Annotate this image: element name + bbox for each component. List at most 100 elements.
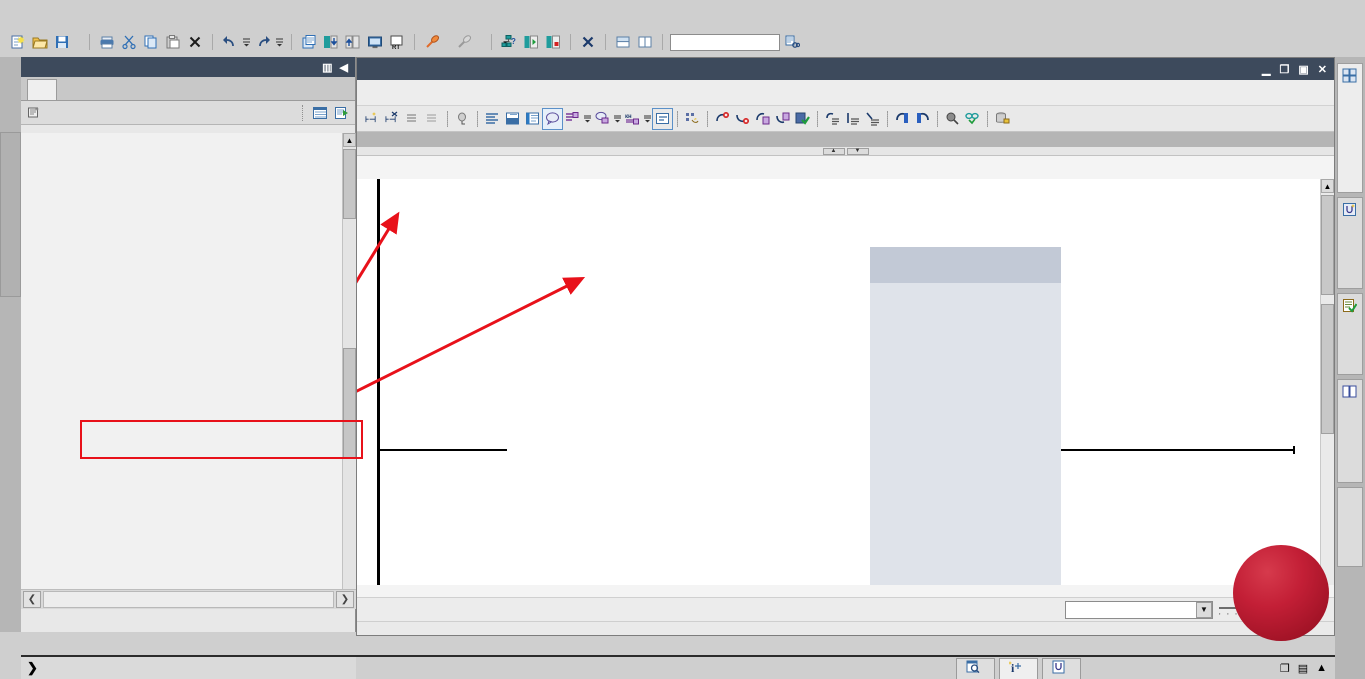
monitoring-dropdown-icon[interactable] — [613, 109, 622, 129]
update-block-calls-icon[interactable] — [773, 109, 792, 129]
download-to-device-icon[interactable] — [321, 32, 341, 52]
project-tree-vertical-scrollbar[interactable]: ▲ — [342, 133, 356, 609]
update-inconsistent-calls-icon[interactable] — [753, 109, 772, 129]
block-interface-bar[interactable] — [357, 132, 1334, 147]
display-symbol-info-icon[interactable] — [523, 109, 542, 129]
scroll-left-arrow[interactable]: ❮ — [23, 591, 41, 608]
split-editor-horizontally-icon[interactable] — [613, 32, 633, 52]
expand-networks-icon[interactable] — [423, 109, 442, 129]
search-input[interactable] — [670, 33, 780, 51]
restore-panel-icon[interactable]: ❐ — [1280, 662, 1290, 675]
scroll-up-arrow[interactable]: ▲ — [343, 133, 356, 147]
delete-network-icon[interactable]: ⊦⊣ — [383, 109, 402, 129]
canvas-scroll-thumb[interactable] — [1321, 195, 1334, 295]
rewire-icon[interactable] — [843, 109, 862, 129]
tree-options-icon[interactable] — [25, 104, 43, 122]
restore-icon[interactable]: ❐ — [1280, 63, 1290, 76]
protection-icon[interactable] — [993, 109, 1012, 129]
splitter-down-icon[interactable]: ▼ — [846, 147, 869, 155]
tab-tasks[interactable] — [1337, 293, 1363, 375]
save-icon[interactable] — [52, 32, 72, 52]
collapse-networks-icon[interactable] — [403, 109, 422, 129]
split-editor-vertically-icon[interactable] — [635, 32, 655, 52]
go-to-device-icon[interactable] — [333, 104, 351, 122]
scroll-thumb[interactable] — [343, 149, 356, 219]
goto-error-icon[interactable] — [713, 109, 732, 129]
insert-network-comment-icon[interactable] — [563, 109, 582, 129]
create-plc-data-type-icon[interactable] — [683, 109, 702, 129]
scroll-right-arrow[interactable]: ❯ — [336, 591, 354, 608]
search-binoculars-icon[interactable] — [782, 32, 802, 52]
monitoring-icon[interactable] — [593, 109, 612, 129]
disconnect-icon[interactable] — [863, 109, 882, 129]
list-panel-icon[interactable]: ▤ — [1298, 662, 1308, 675]
network-canvas[interactable] — [357, 179, 1334, 585]
start-simulation-icon[interactable] — [365, 32, 385, 52]
show-network-comment-icon[interactable] — [542, 107, 563, 130]
expand-details-icon[interactable]: ❯ — [27, 660, 38, 676]
accessible-devices-icon[interactable]: ? — [499, 32, 519, 52]
print-icon[interactable] — [97, 32, 117, 52]
undo-dropdown-icon[interactable] — [242, 32, 251, 52]
redo-icon[interactable] — [253, 32, 273, 52]
canvas-vertical-scrollbar[interactable]: ▲ — [1320, 179, 1334, 585]
paste-icon[interactable] — [163, 32, 183, 52]
list-view-icon[interactable] — [311, 104, 329, 122]
copy-icon[interactable] — [141, 32, 161, 52]
upload-from-device-icon[interactable] — [343, 32, 363, 52]
cut-icon[interactable] — [119, 32, 139, 52]
details-view-bar[interactable]: ❯ — [21, 655, 356, 679]
tab-libraries[interactable] — [1337, 379, 1363, 483]
previous-bookmark-icon[interactable] — [893, 109, 912, 129]
zoom-icon[interactable] — [943, 109, 962, 129]
interface-splitter[interactable]: ▲ ▼ — [357, 147, 1334, 156]
tab-diagnostics[interactable] — [1042, 657, 1081, 679]
tab-testing[interactable] — [1337, 197, 1363, 289]
tab-instructions[interactable] — [1337, 63, 1363, 193]
show-cross-reference-icon[interactable] — [823, 109, 842, 129]
online-block-compare-icon[interactable] — [521, 32, 541, 52]
tab-add-ins[interactable] — [1337, 487, 1363, 567]
close-view-icon[interactable] — [578, 32, 598, 52]
go-online-icon[interactable] — [422, 32, 442, 52]
goto-previous-error-icon[interactable] — [733, 109, 752, 129]
new-project-icon[interactable] — [8, 32, 28, 52]
undo-icon[interactable] — [220, 32, 240, 52]
redo-dropdown-icon[interactable] — [275, 32, 284, 52]
plc-programming-tab[interactable] — [0, 132, 21, 297]
project-tree-body[interactable]: ▲ — [21, 133, 356, 609]
open-project-icon[interactable] — [30, 32, 50, 52]
maximize-icon[interactable]: ▣ — [1298, 63, 1308, 76]
go-offline-icon[interactable] — [454, 32, 474, 52]
next-bookmark-icon[interactable] — [913, 109, 932, 129]
collapse-up-icon[interactable]: ▲ — [1316, 662, 1327, 674]
bookmark-dropdown-icon[interactable] — [643, 109, 652, 129]
project-tree-horizontal-scrollbar[interactable]: ❮ ❯ — [21, 589, 356, 609]
consistency-check-icon[interactable] — [793, 109, 812, 129]
scroll-thumb-lower[interactable] — [343, 348, 356, 458]
start-runtime-icon[interactable]: RT — [387, 32, 407, 52]
insert-network-icon[interactable]: ⊦⊣ — [363, 109, 382, 129]
zoom-level-select[interactable]: ▼ — [1065, 600, 1213, 619]
absolute-symbolic-operands-icon[interactable] — [453, 109, 472, 129]
monitor-icon[interactable] — [963, 109, 982, 129]
canvas-scroll-thumb-lower[interactable] — [1321, 304, 1334, 434]
tab-properties[interactable] — [956, 657, 995, 679]
editor-horizontal-scrollbar[interactable] — [357, 621, 1334, 635]
tab-info[interactable]: i — [999, 657, 1038, 679]
chevron-down-icon[interactable]: ▼ — [1196, 601, 1212, 618]
close-icon[interactable]: ✕ — [1318, 63, 1327, 76]
show-all-networks-icon[interactable] — [483, 109, 502, 129]
function-block-call[interactable] — [870, 247, 1061, 585]
bookmark-icon[interactable]: кн — [623, 109, 642, 129]
free-form-comment-icon[interactable] — [652, 107, 673, 130]
insert-network-comment-dropdown-icon[interactable] — [583, 109, 592, 129]
compile-icon[interactable] — [299, 32, 319, 52]
delete-icon[interactable] — [185, 32, 205, 52]
dock-columns-icon[interactable]: ▥ — [322, 61, 332, 74]
canvas-scroll-up-arrow[interactable]: ▲ — [1321, 179, 1334, 193]
splitter-up-icon[interactable]: ▲ — [822, 147, 845, 155]
collapse-left-icon[interactable]: ◀ — [340, 61, 348, 74]
scroll-track[interactable] — [43, 591, 334, 608]
tab-devices[interactable] — [27, 79, 57, 100]
